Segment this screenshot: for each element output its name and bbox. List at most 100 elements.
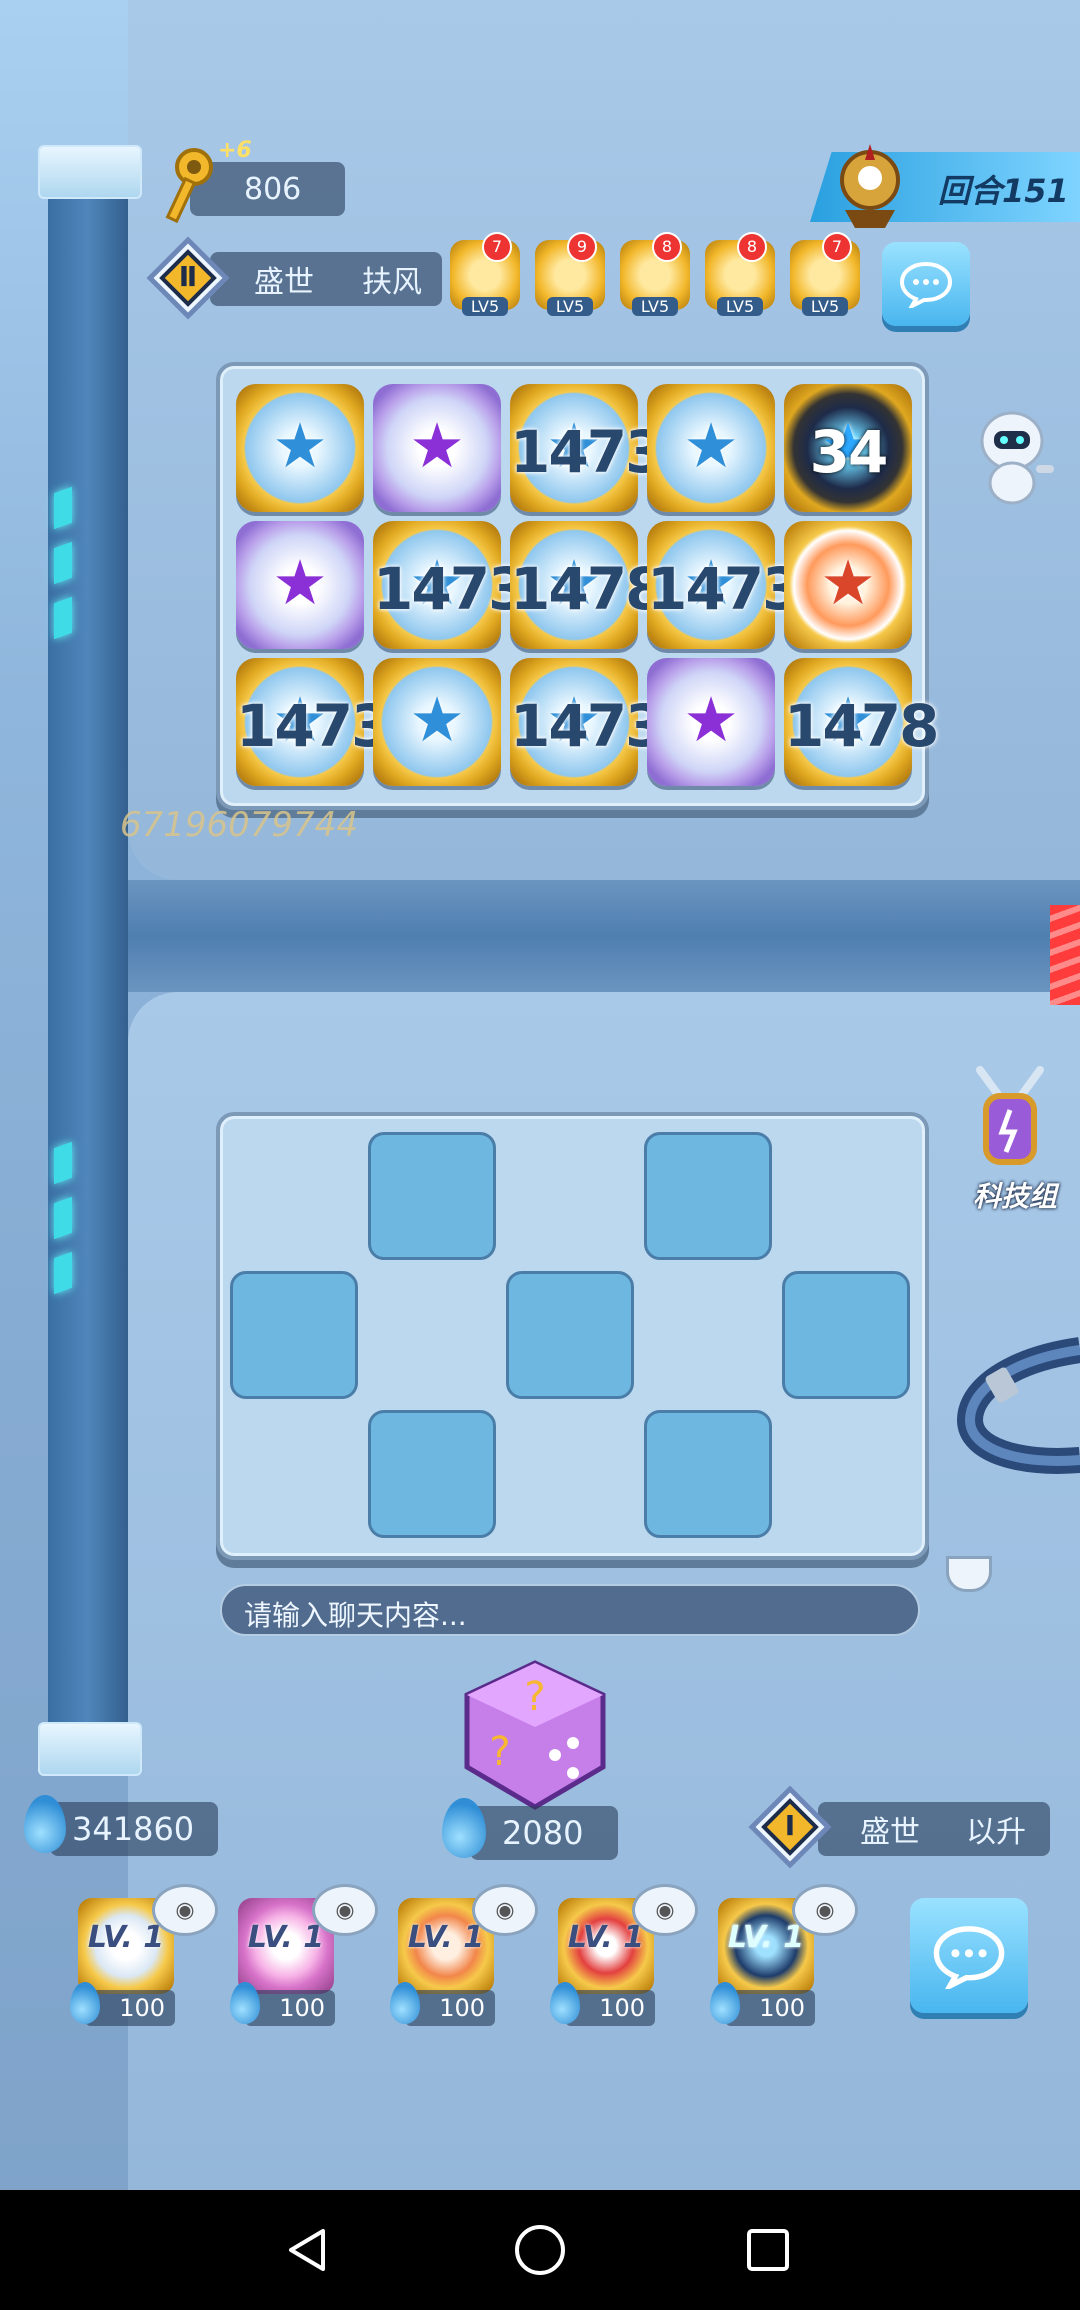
- back-button[interactable]: [248, 2190, 368, 2310]
- badge-count: 8: [652, 232, 682, 262]
- badge-level: LV5: [547, 297, 593, 316]
- robot-mascot-icon[interactable]: [968, 405, 1058, 515]
- water-drop-icon: [390, 1982, 420, 2024]
- dice-tile: ★ 1473: [373, 521, 528, 649]
- opponent-board: ★ ★ ★ 1473 ★ ★ 34 ★ ★ 1473 ★ 1478 ★ 1473 ★ ★ 1…: [216, 362, 939, 810]
- eye-icon[interactable]: ◉: [152, 1884, 218, 1936]
- star-icon: ★: [409, 683, 465, 756]
- dice-tile: ★: [647, 658, 775, 786]
- badge-level: LV5: [632, 297, 678, 316]
- player-nameplate: 盛世 以升: [818, 1802, 1050, 1856]
- badge-count: 8: [737, 232, 767, 262]
- star-icon: ★: [683, 683, 739, 756]
- star-icon: ★: [820, 546, 876, 619]
- star-icon: ★: [272, 409, 328, 482]
- board-slot[interactable]: [368, 1132, 496, 1260]
- red-arrow-icon: [1050, 905, 1080, 1005]
- opponent-badge[interactable]: 8 LV5: [620, 232, 690, 316]
- boss-avatar-icon: [835, 140, 905, 230]
- opponent-badge[interactable]: 9 LV5: [535, 232, 605, 316]
- board-slot[interactable]: [506, 1271, 634, 1399]
- badge-count: 7: [822, 232, 852, 262]
- badge-level: LV5: [802, 297, 848, 316]
- opponent-badge[interactable]: 7 LV5: [450, 232, 520, 316]
- dice-tile: ★: [236, 521, 364, 649]
- opponent-rank-badge: Ⅱ: [146, 236, 230, 320]
- tile-value: 1473: [373, 555, 528, 623]
- water-drop-icon: [550, 1982, 580, 2024]
- water-counter: 341860: [50, 1802, 218, 1856]
- water-drop-icon: [230, 1982, 260, 2024]
- water-value: 341860: [72, 1810, 195, 1848]
- player-name-left: 盛世: [860, 1815, 920, 1850]
- dice-icon: ??: [464, 1660, 606, 1810]
- opponent-badge[interactable]: 7 LV5: [790, 232, 860, 316]
- star-icon: ★: [272, 546, 328, 619]
- tile-value: 1473: [236, 692, 391, 760]
- recents-button[interactable]: [708, 2190, 828, 2310]
- pipe-light: [54, 1196, 72, 1240]
- badge-level: LV5: [717, 297, 763, 316]
- tile-value: 1478: [784, 692, 939, 760]
- tile-value: 1478: [510, 555, 665, 623]
- board-slot[interactable]: [782, 1271, 910, 1399]
- hose-icon: [950, 1330, 1080, 1490]
- board-slot[interactable]: [230, 1271, 358, 1399]
- pipe-light: [54, 541, 72, 585]
- dice-tile: ★ 1473: [236, 658, 391, 786]
- svg-text:?: ?: [524, 1674, 545, 1720]
- dice-tile: ★: [784, 521, 912, 649]
- dice-tile: ★: [647, 384, 775, 512]
- dice-tile: ★ 1478: [510, 521, 665, 649]
- water-drop-icon: [70, 1982, 100, 2024]
- dice-tile: ★ 34: [784, 384, 912, 512]
- badge-count: 9: [567, 232, 597, 262]
- opponent-score: 67196079744: [120, 805, 358, 845]
- chat-input[interactable]: 请输入聊天内容...: [220, 1584, 920, 1636]
- tile-value: 1473: [647, 555, 802, 623]
- dice-cost: 2080: [470, 1806, 618, 1860]
- dice-tile: ★ 1473: [647, 521, 802, 649]
- gold-key-icon: [160, 145, 220, 225]
- eye-icon[interactable]: ◉: [632, 1884, 698, 1936]
- tile-value: 1473: [510, 418, 665, 486]
- player-board: [216, 1112, 929, 1560]
- key-bonus: +6: [218, 138, 252, 163]
- eye-icon[interactable]: ◉: [792, 1884, 858, 1936]
- dice-tile: ★ 1473: [510, 658, 665, 786]
- key-count: 806: [244, 171, 302, 207]
- pipe-cap-bottom: [38, 1722, 142, 1776]
- eye-icon[interactable]: ◉: [472, 1884, 538, 1936]
- board-slot[interactable]: [644, 1132, 772, 1260]
- star-icon: ★: [683, 409, 739, 482]
- horizontal-pipe: [128, 880, 1080, 992]
- recents-square-icon: [747, 2229, 789, 2271]
- dice-tile: ★: [236, 384, 364, 512]
- home-button[interactable]: [480, 2190, 600, 2310]
- opponent-rank-roman: Ⅱ: [178, 260, 198, 293]
- opponent-name-right: 扶风: [362, 265, 422, 300]
- back-triangle-icon: [289, 2229, 325, 2271]
- opponent-badge[interactable]: 8 LV5: [705, 232, 775, 316]
- chat-bubble-icon: [899, 261, 953, 308]
- opponent-nameplate: 盛世 扶风: [210, 252, 442, 306]
- vertical-pipe: [48, 145, 128, 1735]
- home-circle-icon: [515, 2225, 565, 2275]
- player-name-right: 以升: [966, 1815, 1026, 1850]
- opponent-chat-button[interactable]: [882, 242, 970, 326]
- opponent-name-left: 盛世: [254, 265, 314, 300]
- tech-group-icon[interactable]: [960, 1060, 1060, 1170]
- roll-dice-button[interactable]: ??: [455, 1655, 615, 1815]
- board-slot[interactable]: [644, 1410, 772, 1538]
- pipe-light: [54, 1141, 72, 1185]
- player-chat-button[interactable]: [910, 1898, 1028, 2013]
- tile-value: 1473: [510, 692, 665, 760]
- eye-icon[interactable]: ◉: [312, 1884, 378, 1936]
- pipe-light: [54, 596, 72, 640]
- board-slot[interactable]: [368, 1410, 496, 1538]
- player-rank-roman: Ⅰ: [784, 1809, 796, 1842]
- svg-text:?: ?: [489, 1729, 510, 1775]
- chat-placeholder: 请输入聊天内容...: [244, 1599, 467, 1632]
- dice-cost-value: 2080: [502, 1814, 584, 1852]
- pipe-cap-top: [38, 145, 142, 199]
